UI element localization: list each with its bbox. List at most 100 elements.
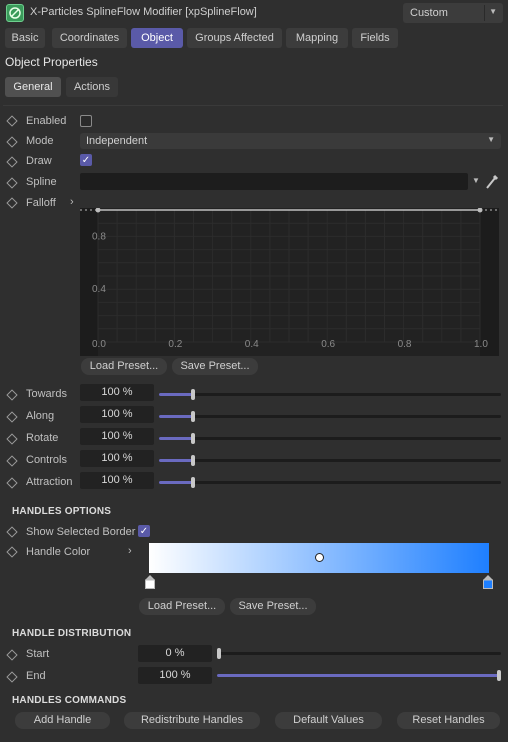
tab-mapping[interactable]: Mapping <box>286 28 348 48</box>
falloff-top-dotted <box>80 206 499 210</box>
x-tick-label: 1.0 <box>474 339 488 350</box>
towards-label: Towards <box>26 388 67 400</box>
mode-label: Mode <box>26 135 54 147</box>
divider <box>3 105 503 106</box>
gradient-midpoint-knob[interactable] <box>315 553 324 562</box>
draw-checkbox[interactable]: ✓ <box>80 154 92 166</box>
falloff-label: Falloff <box>26 197 56 209</box>
attraction-label: Attraction <box>26 476 73 488</box>
start-value-field[interactable]: 0 % <box>138 645 212 662</box>
end-value-field[interactable]: 100 % <box>138 667 212 684</box>
keyframe-diamond-icon[interactable] <box>6 156 18 168</box>
rotate-value-field[interactable]: 100 % <box>80 428 154 445</box>
keyframe-diamond-icon[interactable] <box>6 671 18 683</box>
end-slider-thumb[interactable] <box>497 670 501 681</box>
gradient-end-knot[interactable] <box>483 575 493 589</box>
falloff-graph[interactable]: 0.8 0.4 0.0 0.2 0.4 0.6 0.8 1.0 <box>80 207 499 356</box>
chevron-down-icon: ▼ <box>487 135 495 144</box>
keyframe-diamond-icon[interactable] <box>6 649 18 661</box>
chevron-right-icon[interactable]: › <box>70 196 74 208</box>
default-values-button[interactable]: Default Values <box>275 712 382 729</box>
attraction-value-field[interactable]: 100 % <box>80 472 154 489</box>
chevron-right-icon[interactable]: › <box>128 545 132 557</box>
end-label: End <box>26 670 46 682</box>
subtab-actions[interactable]: Actions <box>66 77 118 97</box>
falloff-graph-canvas[interactable]: 0.8 0.4 0.0 0.2 0.4 0.6 0.8 1.0 <box>80 207 499 356</box>
keyframe-diamond-icon[interactable] <box>6 115 18 127</box>
towards-value-field[interactable]: 100 % <box>80 384 154 401</box>
rotate-slider[interactable] <box>159 433 501 444</box>
controls-slider[interactable] <box>159 455 501 466</box>
keyframe-diamond-icon[interactable] <box>6 411 18 423</box>
attraction-slider[interactable] <box>159 477 501 488</box>
mode-dropdown[interactable]: Independent ▼ <box>80 133 501 149</box>
tab-coordinates[interactable]: Coordinates <box>52 28 127 48</box>
keyframe-diamond-icon[interactable] <box>6 136 18 148</box>
controls-label: Controls <box>26 454 67 466</box>
spline-label: Spline <box>26 176 57 188</box>
keyframe-diamond-icon[interactable] <box>6 477 18 489</box>
along-slider[interactable] <box>159 411 501 422</box>
xparticles-splineflow-icon <box>6 4 24 22</box>
chevron-down-icon: ▼ <box>489 7 497 16</box>
y-tick-label: 0.8 <box>92 231 106 242</box>
towards-slider-fill <box>159 393 194 396</box>
x-tick-label: 0.0 <box>92 339 106 350</box>
y-tick-label: 0.4 <box>92 284 106 295</box>
graph-left-margin <box>80 208 98 356</box>
tab-groups-affected[interactable]: Groups Affected <box>187 28 282 48</box>
handle-distribution-title: HANDLE DISTRIBUTION <box>12 628 132 639</box>
x-tick-label: 0.6 <box>321 339 335 350</box>
keyframe-diamond-icon[interactable] <box>6 177 18 189</box>
keyframe-diamond-icon[interactable] <box>6 433 18 445</box>
along-label: Along <box>26 410 55 422</box>
attraction-slider-fill <box>159 481 194 484</box>
end-slider[interactable] <box>217 670 501 681</box>
window-title: X-Particles SplineFlow Modifier [xpSplin… <box>30 6 257 18</box>
enabled-checkbox[interactable] <box>80 115 92 127</box>
tab-fields[interactable]: Fields <box>352 28 398 48</box>
subtab-general[interactable]: General <box>5 77 61 97</box>
handle-color-load-preset-button[interactable]: Load Preset... <box>139 598 225 615</box>
rotate-slider-fill <box>159 437 194 440</box>
tab-object[interactable]: Object <box>131 28 183 48</box>
enabled-label: Enabled <box>26 115 67 127</box>
preset-select[interactable]: Custom ▼ <box>403 3 503 23</box>
keyframe-diamond-icon[interactable] <box>6 455 18 467</box>
redistribute-handles-button[interactable]: Redistribute Handles <box>124 712 260 729</box>
along-value-field[interactable]: 100 % <box>80 406 154 423</box>
keyframe-diamond-icon[interactable] <box>6 526 18 538</box>
towards-slider-thumb[interactable] <box>191 389 196 400</box>
falloff-load-preset-button[interactable]: Load Preset... <box>81 358 167 375</box>
preset-separator <box>484 5 485 21</box>
show-selected-border-checkbox[interactable]: ✓ <box>138 525 150 537</box>
handles-options-title: HANDLES OPTIONS <box>12 506 112 517</box>
gradient-start-knot[interactable] <box>145 575 155 589</box>
falloff-save-preset-button[interactable]: Save Preset... <box>172 358 258 375</box>
tab-basic[interactable]: Basic <box>5 28 45 48</box>
reset-handles-button[interactable]: Reset Handles <box>397 712 500 729</box>
keyframe-diamond-icon[interactable] <box>6 546 18 558</box>
chevron-down-icon[interactable]: ▼ <box>472 176 480 185</box>
keyframe-diamond-icon[interactable] <box>6 197 18 209</box>
start-slider[interactable] <box>217 648 501 659</box>
keyframe-diamond-icon[interactable] <box>6 389 18 401</box>
attraction-slider-thumb[interactable] <box>191 477 196 488</box>
add-handle-button[interactable]: Add Handle <box>15 712 110 729</box>
show-selected-border-label: Show Selected Border <box>26 526 136 538</box>
towards-slider[interactable] <box>159 389 501 400</box>
handle-color-save-preset-button[interactable]: Save Preset... <box>230 598 316 615</box>
section-title: Object Properties <box>5 55 98 69</box>
rotate-slider-thumb[interactable] <box>191 433 196 444</box>
start-slider-thumb[interactable] <box>217 648 221 659</box>
spline-link-field[interactable] <box>80 173 468 190</box>
mode-value: Independent <box>86 135 148 147</box>
controls-value-field[interactable]: 100 % <box>80 450 154 467</box>
graph-right-margin <box>480 208 499 356</box>
draw-label: Draw <box>26 155 52 167</box>
x-tick-label: 0.2 <box>168 339 182 350</box>
controls-slider-thumb[interactable] <box>191 455 196 466</box>
along-slider-thumb[interactable] <box>191 411 196 422</box>
eyedropper-icon[interactable] <box>484 173 500 194</box>
end-slider-fill <box>217 674 501 677</box>
